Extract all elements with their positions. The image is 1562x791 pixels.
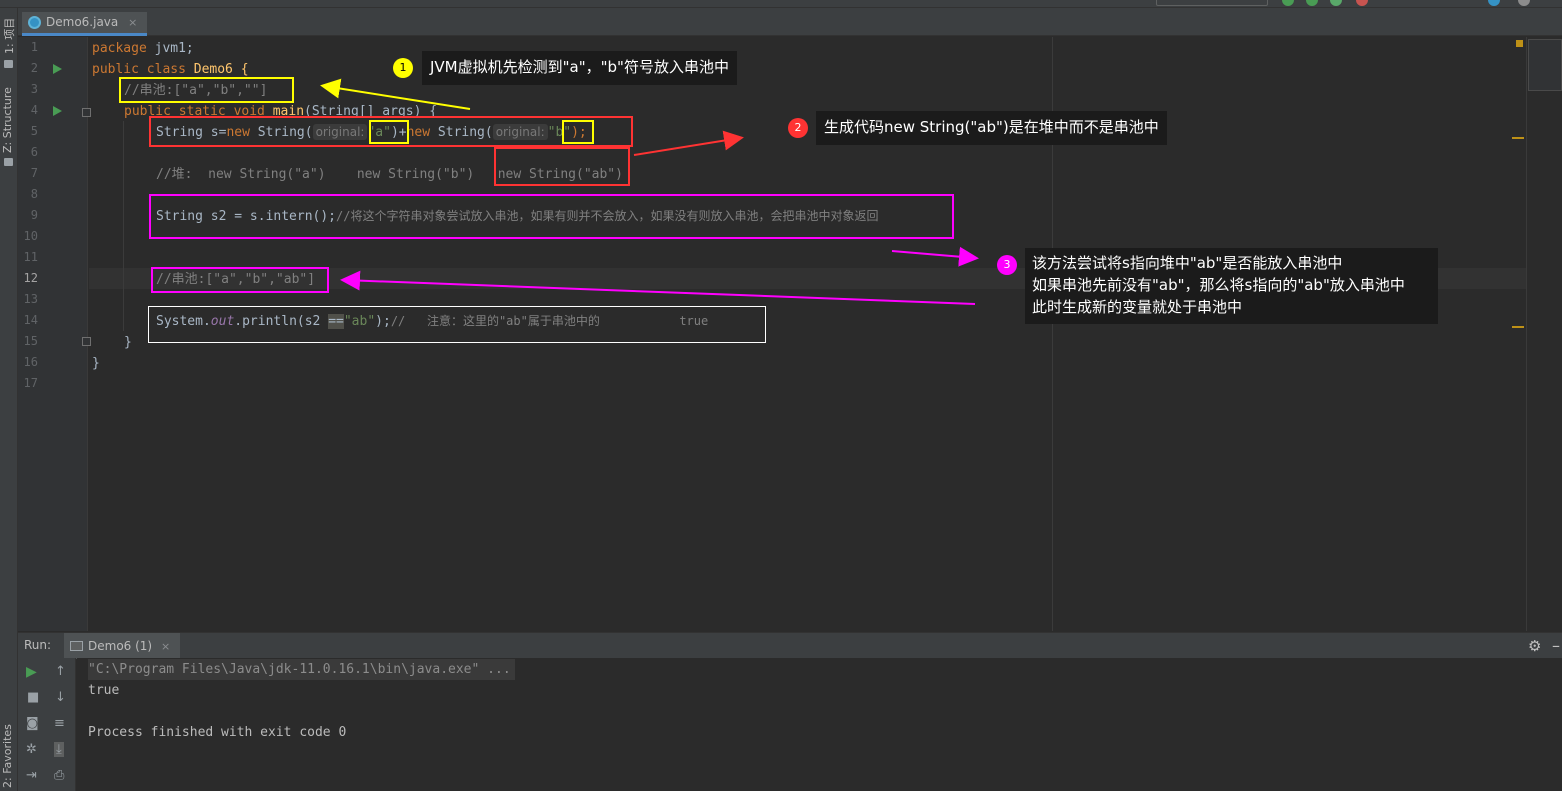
- highlight-box-line5: [149, 116, 633, 147]
- warning-mark[interactable]: [1512, 326, 1524, 328]
- tab-title: Demo6.java: [46, 15, 119, 29]
- run-class-icon[interactable]: [53, 64, 62, 74]
- highlight-box-intern: [149, 194, 954, 239]
- annotation-text-3-line3: 此时生成新的变量就处于串池中: [1032, 298, 1243, 316]
- line-number: 2: [30, 61, 38, 75]
- run-icon[interactable]: [1282, 0, 1294, 6]
- run-config-combo[interactable]: [1156, 0, 1268, 6]
- gear-icon[interactable]: ⚙: [1528, 637, 1541, 655]
- minimize-icon[interactable]: –: [1552, 636, 1560, 655]
- annotation-text-3-line1: 该方法尝试将s指向堆中"ab"是否能放入串池中: [1032, 254, 1343, 272]
- structure-icon[interactable]: [4, 158, 13, 166]
- line-number: 7: [30, 166, 38, 180]
- java-class-icon: [28, 16, 41, 29]
- exit-icon[interactable]: ⇥: [26, 768, 37, 783]
- code-line-16: }: [92, 353, 100, 374]
- structure-tool-button[interactable]: Z: Structure: [1, 87, 14, 153]
- settings-icon[interactable]: ✲: [26, 742, 37, 757]
- stop-icon[interactable]: [1356, 0, 1368, 6]
- scroll-down-icon[interactable]: ↓: [55, 690, 66, 705]
- run-config-icon: [70, 641, 83, 651]
- line-number: 11: [23, 250, 38, 264]
- code-line-1: package jvm1;: [92, 38, 194, 59]
- console-exit-line: Process finished with exit code 0: [88, 725, 347, 740]
- class-name: Demo6 {: [185, 62, 249, 77]
- console-output-line: true: [88, 683, 120, 698]
- warning-mark[interactable]: [1512, 137, 1524, 139]
- print-icon[interactable]: ⎙: [54, 768, 64, 783]
- annotation-note-1: JVM虚拟机先检测到"a"，"b"符号放入串池中: [422, 51, 737, 85]
- run-tab-title: Demo6 (1): [88, 639, 153, 653]
- line-number: 4: [30, 103, 38, 117]
- search-icon[interactable]: [1518, 0, 1530, 6]
- editor-tab-bar: Demo6.java ×: [18, 8, 1562, 36]
- scroll-to-end-icon[interactable]: ⤓: [54, 742, 64, 757]
- annotation-note-2: 生成代码new String("ab")是在堆中而不是串池中: [816, 111, 1167, 145]
- project-icon[interactable]: [4, 60, 13, 68]
- warning-indicator-icon[interactable]: [1516, 40, 1523, 47]
- line-number: 1: [30, 40, 38, 54]
- line-number: 3: [30, 82, 38, 96]
- highlight-box-new-ab: [494, 147, 630, 186]
- annotation-text-1: JVM虚拟机先检测到"a"，"b"符号放入串池中: [430, 58, 729, 76]
- package-name: jvm1;: [146, 41, 194, 56]
- fold-marker[interactable]: [82, 337, 91, 346]
- line-number: 5: [30, 124, 38, 138]
- keyword: package: [92, 41, 147, 56]
- highlight-box-pool-ab: [151, 267, 329, 293]
- favorites-tool-button[interactable]: 2: Favorites: [1, 724, 14, 788]
- rerun-icon[interactable]: ▶: [26, 664, 37, 680]
- line-number: 9: [30, 208, 38, 222]
- run-panel-label: Run:: [24, 638, 52, 652]
- annotation-note-3: 该方法尝试将s指向堆中"ab"是否能放入串池中 如果串池先前没有"ab"，那么将…: [1025, 248, 1438, 324]
- camera-icon[interactable]: ◙: [26, 716, 39, 731]
- error-stripe[interactable]: [1526, 37, 1562, 631]
- fold-marker[interactable]: [82, 108, 91, 117]
- line-number: 6: [30, 145, 38, 159]
- console-command: "C:\Program Files\Java\jdk-11.0.16.1\bin…: [88, 659, 515, 680]
- line-number: 13: [23, 292, 38, 306]
- stop-icon[interactable]: ■: [27, 690, 39, 705]
- code-minimap[interactable]: [1528, 39, 1562, 91]
- annotation-text-2: 生成代码new String("ab")是在堆中而不是串池中: [824, 118, 1159, 136]
- coverage-icon[interactable]: [1330, 0, 1342, 6]
- line-number: 17: [23, 376, 38, 390]
- annotation-badge-2: 2: [788, 118, 808, 138]
- close-tab-icon[interactable]: ×: [128, 16, 137, 29]
- line-number: 15: [23, 334, 38, 348]
- soft-wrap-icon[interactable]: ≡: [54, 716, 65, 731]
- debug-icon[interactable]: [1306, 0, 1318, 6]
- closing-brace: }: [92, 356, 100, 371]
- code-line-15: }: [124, 332, 132, 353]
- indent-guide: [123, 121, 124, 331]
- closing-brace: }: [124, 335, 132, 350]
- run-toolbar: ▶ ■ ◙ ✲ ⇥ ↑ ↓ ≡ ⤓ ⎙: [18, 658, 76, 791]
- line-number: 12: [23, 271, 38, 285]
- line-number: 10: [23, 229, 38, 243]
- project-structure-icon[interactable]: [1488, 0, 1500, 6]
- line-number: 16: [23, 355, 38, 369]
- console-output[interactable]: "C:\Program Files\Java\jdk-11.0.16.1\bin…: [77, 658, 1562, 791]
- annotation-badge-3: 3: [997, 255, 1017, 275]
- highlight-box-string-pool: [119, 77, 294, 103]
- close-run-tab-icon[interactable]: ×: [161, 640, 170, 653]
- highlight-box-println: [148, 306, 766, 343]
- editor-tab[interactable]: Demo6.java ×: [22, 12, 148, 36]
- run-tab[interactable]: Demo6 (1) ×: [64, 633, 181, 659]
- left-tool-strip: 1: 项目 Z: Structure 2: Favorites: [0, 8, 18, 791]
- line-number: 14: [23, 313, 38, 327]
- run-main-icon[interactable]: [53, 106, 62, 116]
- line-number: 8: [30, 187, 38, 201]
- project-tool-button[interactable]: 1: 项目: [1, 18, 17, 54]
- scroll-up-icon[interactable]: ↑: [55, 664, 66, 679]
- top-toolbar: [0, 0, 1562, 8]
- annotation-badge-1: 1: [393, 58, 413, 78]
- keyword: public class: [92, 62, 186, 77]
- annotation-text-3-line2: 如果串池先前没有"ab"，那么将s指向的"ab"放入串池中: [1032, 276, 1405, 294]
- run-panel-header: Run: Demo6 (1) × ⚙ –: [18, 632, 1562, 659]
